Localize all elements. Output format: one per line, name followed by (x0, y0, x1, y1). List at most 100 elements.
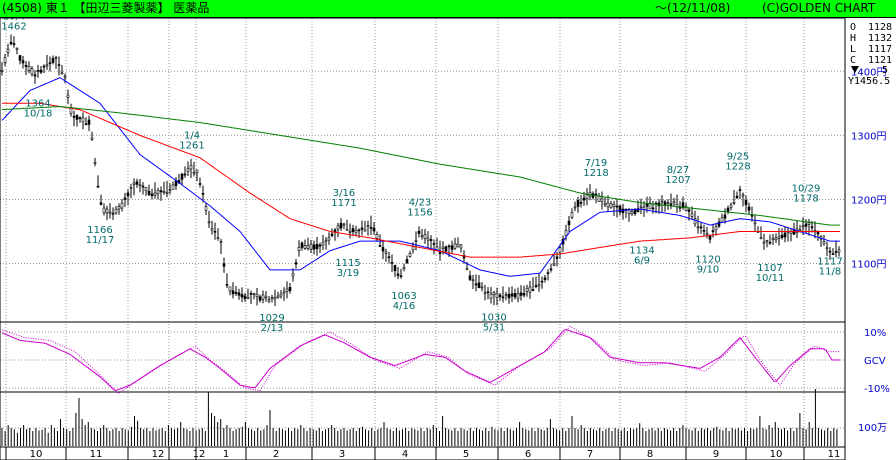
candle-body (186, 168, 190, 172)
candle-body (447, 245, 451, 248)
candle-body (258, 296, 262, 301)
candle-body (384, 251, 388, 254)
candle-body (720, 217, 724, 223)
candle-body (444, 246, 448, 252)
candle-body (270, 297, 274, 299)
candle-body (366, 225, 370, 227)
candle-body (471, 279, 475, 282)
candle-body (372, 227, 376, 232)
candle-body (450, 245, 454, 250)
candle-body (645, 203, 649, 207)
candle-body (687, 209, 691, 212)
candle-body (504, 293, 508, 296)
candle-body (486, 291, 490, 294)
candle-body (75, 115, 79, 120)
annotation-value: 6/9 (634, 256, 650, 267)
candle-body (390, 262, 394, 264)
candle-body (429, 239, 433, 241)
candle-body (753, 222, 757, 225)
annotation-value: 11/8 (819, 267, 841, 278)
stock-chart: 10/41462136410/18116611/171/4126110292/1… (0, 0, 896, 460)
candle-body (354, 229, 358, 234)
candle-body (213, 231, 217, 233)
copyright: (C)GOLDEN CHART (762, 1, 876, 15)
candle-body (747, 206, 751, 211)
candle-body (114, 208, 118, 214)
candle-body (774, 237, 778, 241)
annotation-value: 1171 (331, 198, 356, 209)
volume-axis-label: 100万 (858, 423, 887, 434)
candle-body (576, 200, 580, 207)
annotation-value: 1261 (179, 140, 204, 151)
candle-body (696, 226, 700, 229)
candle-body (288, 287, 292, 292)
candle-body (489, 293, 493, 299)
candle-body (45, 64, 49, 67)
candle-body (369, 227, 373, 229)
candle-body (738, 189, 742, 191)
candle-body (510, 293, 514, 297)
candle-body (189, 165, 193, 170)
candle-body (828, 250, 832, 253)
candle-body (6, 48, 10, 53)
candle-body (342, 223, 346, 226)
candle-body (483, 292, 487, 295)
candle-body (762, 241, 766, 244)
annotation-value: 10/11 (756, 273, 785, 284)
candle-body (81, 117, 85, 123)
month-label: 3 (339, 449, 345, 460)
candle-body (537, 284, 541, 287)
ohlc-low-label: L (850, 44, 856, 55)
annotation-value: 2/13 (261, 323, 283, 334)
month-label: 5 (463, 449, 469, 460)
high-52week: Y1456.5 (848, 76, 890, 87)
candle-body (759, 237, 763, 239)
candle-body (402, 267, 406, 270)
candle-body (225, 284, 229, 286)
candle-body (126, 192, 130, 197)
candle-body (105, 208, 109, 214)
candle-body (690, 213, 694, 217)
candle-body (702, 230, 706, 232)
candle-body (477, 282, 481, 289)
candle-body (282, 291, 286, 294)
candle-body (132, 182, 136, 185)
candle-body (594, 193, 598, 196)
candle-body (42, 65, 46, 68)
month-label: 4 (402, 449, 408, 460)
candle-body (12, 43, 16, 45)
candle-body (708, 235, 712, 240)
annotation-value: 9/10 (697, 265, 719, 276)
month-label: 1 (223, 449, 229, 460)
candle-body (825, 247, 829, 250)
candle-body (234, 291, 238, 294)
month-label: 9 (713, 449, 719, 460)
candle-body (147, 190, 151, 195)
candle-body (99, 202, 103, 205)
candle-body (465, 268, 469, 271)
candle-body (243, 295, 247, 300)
annotation-value: 10/18 (24, 108, 53, 119)
candle-body (744, 199, 748, 206)
candle-body (228, 286, 232, 292)
candle-body (417, 230, 421, 234)
candle-body (615, 205, 619, 208)
candle-body (612, 204, 616, 207)
candle-body (831, 253, 835, 255)
candle-body (432, 243, 436, 245)
candle-body (549, 268, 553, 271)
ohlc-close: 1121 (868, 55, 892, 66)
ohlc-low: 1117 (868, 44, 892, 55)
candle-body (669, 203, 673, 206)
candle-body (207, 221, 211, 224)
annotation-value: 1228 (725, 161, 750, 172)
candle-body (783, 232, 787, 238)
candle-body (33, 74, 37, 77)
ohlc-close-label: C (850, 55, 856, 66)
candle-body (303, 245, 307, 249)
candle-body (582, 197, 586, 201)
candle-body (120, 202, 124, 209)
candle-body (726, 207, 730, 213)
annotation-value: 3/19 (337, 268, 359, 279)
candle-body (276, 295, 280, 298)
